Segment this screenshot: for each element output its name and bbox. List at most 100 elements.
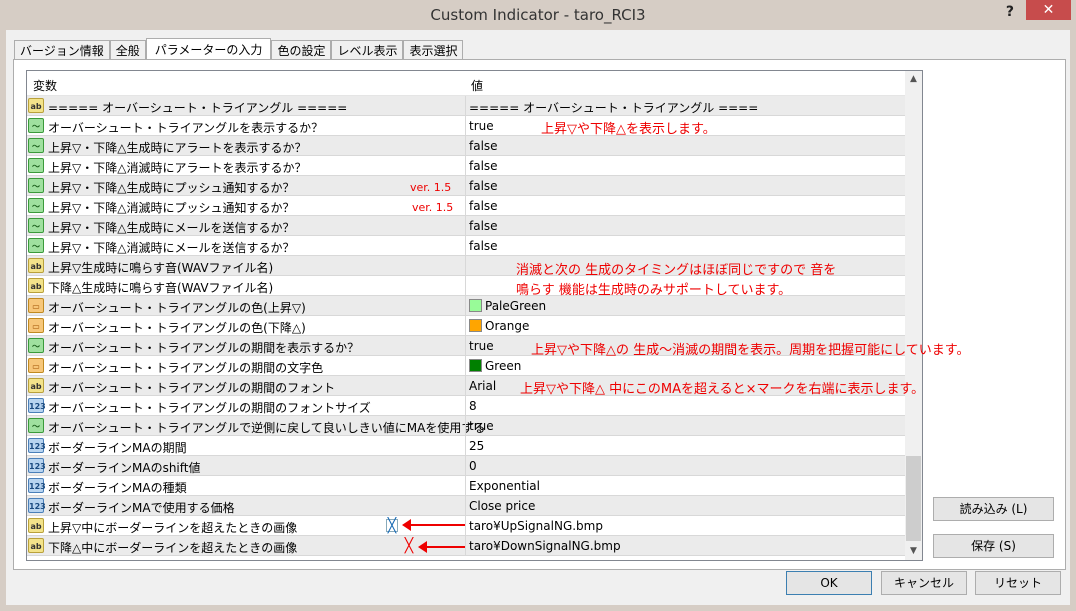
reset-button[interactable]: リセット [975, 571, 1061, 595]
parameter-row[interactable]: 〜上昇▽・下降△消滅時にプッシュ通知するか？ false [27, 196, 905, 216]
arrow-icon [402, 519, 465, 531]
parameter-row[interactable]: 123 ボーダーラインMAの種類 Exponential [27, 476, 905, 496]
parameter-value: true [469, 119, 494, 133]
parameter-row[interactable]: 〜上昇▽・下降△消滅時にメールを送信するか？ false [27, 236, 905, 256]
help-button[interactable]: ? [1006, 4, 1014, 20]
parameter-value-cell[interactable]: Orange [469, 319, 529, 333]
parameter-row[interactable]: 〜オーバーシュート・トライアングルを表示するか？ true [27, 116, 905, 136]
parameter-rows: ab ===== オーバーシュート・トライアングル ===== ===== オーバー… [27, 96, 905, 556]
parameter-row[interactable]: 〜オーバーシュート・トライアングルで逆側に戻して良いしきい値にMAを使用する tr… [27, 416, 905, 436]
parameter-value-cell[interactable]: false [469, 159, 498, 173]
parameter-value-cell[interactable]: PaleGreen [469, 299, 546, 313]
parameter-value: taro¥DownSignalNG.bmp [469, 539, 621, 553]
column-divider [465, 316, 466, 336]
save-button[interactable]: 保存 (S) [933, 534, 1054, 558]
tab-3[interactable]: 色の設定 [271, 40, 332, 60]
parameter-row[interactable]: ▭ オーバーシュート・トライアングルの色(下降△) Orange [27, 316, 905, 336]
annotation-note: 上昇▽や下降△を表示します。 [541, 122, 716, 137]
parameter-row[interactable]: 123 ボーダーラインMAの期間 25 [27, 436, 905, 456]
parameter-name: 上昇▽・下降△消滅時にアラートを表示するか？ [48, 161, 307, 175]
parameter-row[interactable]: 〜上昇▽・下降△消滅時にアラートを表示するか？ false [27, 156, 905, 176]
parameter-row[interactable]: ab 上昇▽中にボーダーラインを超えたときの画像 taro¥UpSignalNG.b… [27, 516, 905, 536]
parameter-name: オーバーシュート・トライアングルの色(下降△) [48, 321, 306, 335]
parameter-name: オーバーシュート・トライアングルの色(上昇▽) [48, 301, 306, 315]
column-divider [465, 176, 466, 196]
parameter-value-cell[interactable]: false [469, 139, 498, 153]
parameter-value-cell[interactable]: 8 [469, 399, 477, 413]
parameter-value-cell[interactable]: Arial [469, 379, 496, 393]
column-divider [465, 516, 466, 536]
parameter-row[interactable]: 〜上昇▽・下降△生成時にメールを送信するか？ false [27, 216, 905, 236]
vertical-scrollbar[interactable]: ▲ ▼ [905, 71, 922, 560]
column-divider [465, 496, 466, 516]
parameter-value-cell[interactable]: Exponential [469, 479, 540, 493]
parameter-row[interactable]: 〜上昇▽・下降△生成時にプッシュ通知するか？ false [27, 176, 905, 196]
parameter-value-cell[interactable]: 25 [469, 439, 484, 453]
load-button[interactable]: 読み込み (L) [933, 497, 1054, 521]
parameter-value: false [469, 179, 498, 193]
parameter-value-cell[interactable]: true [469, 339, 494, 353]
parameter-name: オーバーシュート・トライアングルの期間のフォント [48, 381, 336, 395]
parameter-row[interactable]: 123 オーバーシュート・トライアングルの期間のフォントサイズ 8 [27, 396, 905, 416]
column-divider [465, 196, 466, 216]
scroll-thumb[interactable] [906, 456, 921, 541]
column-divider [465, 336, 466, 356]
parameter-value-cell[interactable]: true [469, 419, 494, 433]
parameter-name: オーバーシュート・トライアングルの期間の文字色 [48, 361, 324, 375]
parameter-value-cell[interactable]: false [469, 239, 498, 253]
parameter-value-cell[interactable]: false [469, 199, 498, 213]
parameter-name: 上昇▽・下降△消滅時にメールを送信するか？ [48, 241, 295, 255]
cancel-button[interactable]: キャンセル [881, 571, 967, 595]
parameter-value: false [469, 239, 498, 253]
parameter-value: 0 [469, 459, 477, 473]
scroll-up-icon[interactable]: ▲ [905, 71, 922, 88]
parameter-row[interactable]: ▭ オーバーシュート・トライアングルの期間の文字色 Green [27, 356, 905, 376]
column-divider [465, 476, 466, 496]
parameter-row[interactable]: 〜上昇▽・下降△生成時にアラートを表示するか？ false [27, 136, 905, 156]
parameter-value-cell[interactable]: ===== オーバーシュート・トライアングル ==== [469, 99, 758, 116]
parameter-value-cell[interactable]: Green [469, 359, 521, 373]
scroll-down-icon[interactable]: ▼ [905, 543, 922, 560]
column-divider [465, 396, 466, 416]
string-type-icon: ab [28, 258, 44, 273]
parameter-row[interactable]: ▭ オーバーシュート・トライアングルの色(上昇▽) PaleGreen [27, 296, 905, 316]
parameter-name: 上昇▽・下降△生成時にアラートを表示するか？ [48, 141, 307, 155]
annotation-note: 消滅と次の 生成のタイミングはほぼ同じですので 音を [516, 263, 837, 278]
parameter-value-cell[interactable]: false [469, 219, 498, 233]
column-header-name[interactable]: 変数 [33, 77, 57, 94]
parameter-name: オーバーシュート・トライアングルの期間を表示するか？ [48, 341, 360, 355]
parameter-value-cell[interactable]: Close price [469, 499, 535, 513]
string-type-icon: ab [28, 278, 44, 293]
parameter-row[interactable]: 123 ボーダーラインMAで使用する価格 Close price [27, 496, 905, 516]
color-swatch [469, 359, 482, 372]
parameter-row[interactable]: ab 下降△中にボーダーラインを超えたときの画像 taro¥DownSignalNG… [27, 536, 905, 556]
column-header-value[interactable]: 値 [471, 77, 483, 94]
parameter-row[interactable]: 123 ボーダーラインMAのshift値 0 [27, 456, 905, 476]
column-divider [465, 376, 466, 396]
number-type-icon: 123 [28, 458, 46, 473]
column-divider [465, 256, 466, 276]
tab-2[interactable]: パラメーターの入力 [145, 38, 272, 60]
tab-1[interactable]: 全般 [109, 40, 146, 60]
tab-4[interactable]: レベル表示 [331, 40, 404, 60]
parameter-value-cell[interactable]: false [469, 179, 498, 193]
string-type-icon: ab [28, 98, 44, 113]
ok-button[interactable]: OK [786, 571, 872, 595]
grid-header: 変数 値 [27, 71, 905, 96]
tab-0[interactable]: バージョン情報 [14, 40, 110, 60]
parameter-value-cell[interactable]: 0 [469, 459, 477, 473]
parameter-row[interactable]: ab ===== オーバーシュート・トライアングル ===== ===== オーバー… [27, 96, 905, 116]
column-divider [465, 276, 466, 296]
parameter-value: taro¥UpSignalNG.bmp [469, 519, 603, 533]
column-divider [465, 116, 466, 136]
parameter-value: false [469, 199, 498, 213]
parameter-value: ===== オーバーシュート・トライアングル ==== [469, 101, 759, 115]
parameter-name: 下降△中にボーダーラインを超えたときの画像 [48, 541, 298, 555]
close-button[interactable]: ✕ [1026, 0, 1071, 20]
parameter-value-cell[interactable]: taro¥UpSignalNG.bmp [469, 519, 603, 533]
parameter-name: ボーダーラインMAの種類 [48, 481, 187, 495]
tab-5[interactable]: 表示選択 [403, 40, 464, 60]
parameter-value-cell[interactable]: taro¥DownSignalNG.bmp [469, 539, 621, 553]
parameter-name: 上昇▽・下降△消滅時にプッシュ通知するか？ [48, 201, 295, 215]
parameter-value-cell[interactable]: true [469, 119, 494, 133]
